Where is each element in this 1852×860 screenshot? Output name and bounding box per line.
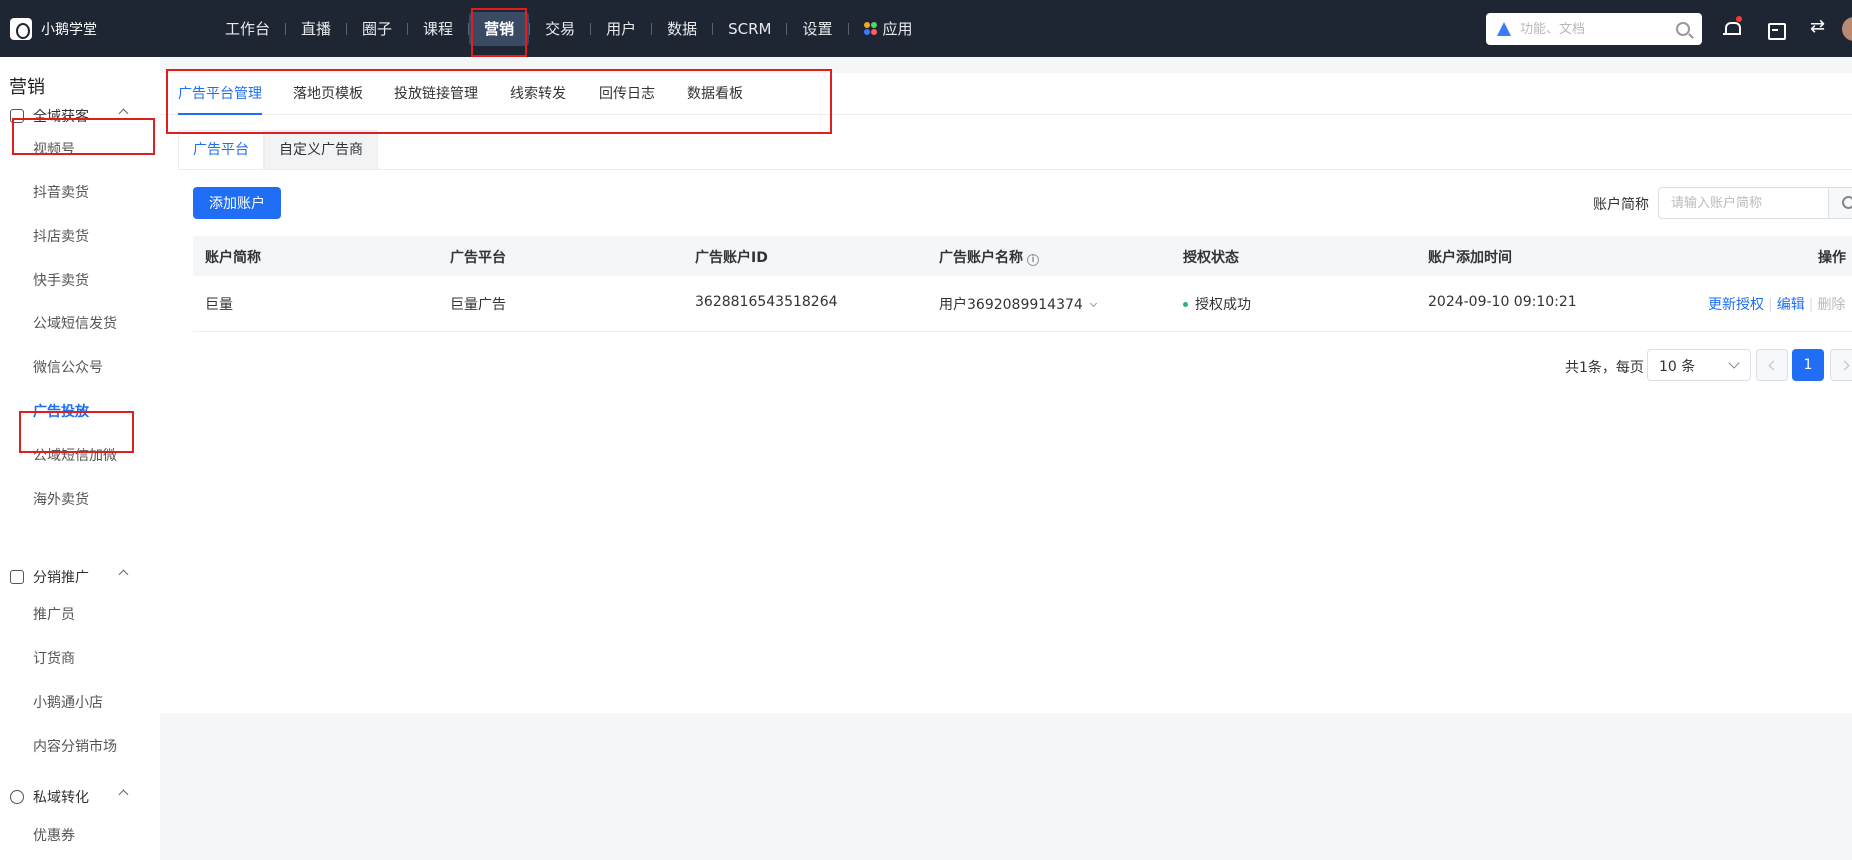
table-row: 巨量 巨量广告 3628816543518264 用户3692089914374… <box>193 276 1852 332</box>
main-nav: 工作台 直播 圈子 课程 营销 交易 用户 数据 SCRM 设置 应用 <box>210 0 928 57</box>
sidebar-item-douyin[interactable]: 抖音卖货 <box>33 182 89 202</box>
goose-logo-icon <box>10 17 32 40</box>
nav-user[interactable]: 用户 <box>591 12 651 46</box>
sidebar-item-kuaishou[interactable]: 快手卖货 <box>33 270 89 290</box>
sidebar-item-sms-delivery[interactable]: 公域短信发货 <box>33 313 117 333</box>
sidebar-item-dealer[interactable]: 订货商 <box>33 648 75 668</box>
edit-link[interactable]: 编辑 <box>1777 297 1805 313</box>
filter-search-button[interactable] <box>1828 187 1852 219</box>
cell-account-id: 3628816543518264 <box>695 294 838 310</box>
prev-page-button[interactable] <box>1756 349 1788 381</box>
chevron-right-icon <box>1839 360 1850 371</box>
nav-workbench[interactable]: 工作台 <box>210 12 285 46</box>
search-icon <box>1842 196 1852 209</box>
column-header-label: 广告账户名称 <box>939 250 1023 266</box>
cell-account-name[interactable]: 用户3692089914374 <box>939 294 1097 314</box>
subtab-bar: 广告平台 自定义广告商 <box>178 130 378 170</box>
chevron-up-icon <box>118 108 129 119</box>
cell-status: 授权成功 <box>1183 294 1251 314</box>
nav-trade[interactable]: 交易 <box>530 12 590 46</box>
switch-icon[interactable]: ⇄ <box>1810 18 1828 36</box>
main-content: 广告平台管理 落地页模板 投放链接管理 线索转发 回传日志 数据看板 广告平台 … <box>160 73 1852 713</box>
column-header: 账户简称 <box>205 250 261 266</box>
nav-apps[interactable]: 应用 <box>849 12 928 46</box>
global-search-input[interactable] <box>1520 21 1670 37</box>
notification-dot <box>1736 16 1742 22</box>
megaphone-icon <box>10 570 24 584</box>
page-size-select[interactable]: 10 条 <box>1647 349 1751 381</box>
sidebar-item-douyin-store[interactable]: 抖店卖货 <box>33 226 89 246</box>
chevron-down-icon <box>1728 357 1740 369</box>
add-account-button[interactable]: 添加账户 <box>193 187 281 219</box>
nav-data[interactable]: 数据 <box>652 12 712 46</box>
column-header: 账户添加时间 <box>1428 250 1512 266</box>
nav-apps-label: 应用 <box>882 19 913 38</box>
annotation-box-tabs <box>166 69 832 134</box>
global-search[interactable] <box>1486 13 1702 45</box>
filter-label: 账户简称 <box>1593 197 1649 213</box>
nav-live[interactable]: 直播 <box>286 12 346 46</box>
update-auth-link[interactable]: 更新授权 <box>1708 297 1764 313</box>
sidebar-title: 营销 <box>9 77 45 98</box>
page-size-value: 10 条 <box>1659 359 1696 375</box>
accounts-table: 账户简称 广告平台 广告账户ID 广告账户名称 i 授权状态 账户添加时间 操作 … <box>193 236 1852 332</box>
annotation-box-group <box>12 118 155 155</box>
top-navigation-bar: 小鹅学堂 工作台 直播 圈子 课程 营销 交易 用户 数据 SCRM 设置 应用 <box>0 0 1852 57</box>
action-divider: | <box>1768 297 1773 313</box>
cell-added-time: 2024-09-10 09:10:21 <box>1428 294 1577 310</box>
cell-actions: 更新授权 | 编辑 | 删除 <box>1708 294 1845 314</box>
subtab-custom-advertiser[interactable]: 自定义广告商 <box>264 130 378 170</box>
nav-settings[interactable]: 设置 <box>787 12 847 46</box>
pagination-total: 共1条，每页 <box>1565 360 1644 376</box>
nav-scrm[interactable]: SCRM <box>713 12 786 46</box>
chevron-left-icon <box>1768 360 1779 371</box>
subtab-ad-platform[interactable]: 广告平台 <box>178 130 264 170</box>
chevron-up-icon <box>118 569 129 580</box>
column-header: 广告账户名称 i <box>939 247 1039 267</box>
next-page-button[interactable] <box>1830 349 1852 381</box>
status-badge: 授权成功 <box>1195 297 1251 313</box>
sidebar-item-mini-shop[interactable]: 小鹅通小店 <box>33 692 103 712</box>
column-header: 授权状态 <box>1183 250 1239 266</box>
nav-course[interactable]: 课程 <box>408 12 468 46</box>
info-icon[interactable]: i <box>1027 254 1039 266</box>
app-logo[interactable]: 小鹅学堂 <box>10 17 200 40</box>
table-header: 账户简称 广告平台 广告账户ID 广告账户名称 i 授权状态 账户添加时间 操作 <box>193 236 1852 276</box>
page-number-current[interactable]: 1 <box>1792 349 1824 381</box>
annotation-box-ads <box>19 411 134 453</box>
sidebar-item-promoter[interactable]: 推广员 <box>33 604 75 624</box>
column-header: 广告平台 <box>450 250 506 266</box>
sidebar-item-coupon[interactable]: 优惠券 <box>33 825 75 845</box>
divider <box>178 169 1852 170</box>
delete-link[interactable]: 删除 <box>1817 297 1845 313</box>
sidebar-group-label: 分销推广 <box>33 570 89 586</box>
annotation-box-marketing <box>471 8 527 57</box>
sidebar-group-label: 私域转化 <box>33 790 89 806</box>
chevron-up-icon <box>118 789 129 800</box>
ai-search-icon <box>1496 21 1512 37</box>
sidebar-item-overseas[interactable]: 海外卖货 <box>33 489 89 509</box>
account-name-text: 用户3692089914374 <box>939 297 1083 313</box>
nav-circle[interactable]: 圈子 <box>347 12 407 46</box>
app-name: 小鹅学堂 <box>41 21 97 38</box>
cell-platform: 巨量广告 <box>450 297 506 313</box>
column-header: 操作 <box>1818 250 1846 266</box>
account-name-filter-input[interactable] <box>1658 187 1828 219</box>
sidebar-item-content-market[interactable]: 内容分销市场 <box>33 736 117 756</box>
search-icon[interactable] <box>1676 22 1690 36</box>
cell-short-name: 巨量 <box>205 297 233 313</box>
column-header: 广告账户ID <box>695 250 768 266</box>
store-icon[interactable] <box>1766 20 1786 40</box>
sidebar-group-distribution[interactable]: 分销推广 <box>10 567 150 587</box>
chevron-down-icon <box>1089 299 1097 308</box>
bell-icon[interactable] <box>1722 20 1741 38</box>
cycle-icon <box>10 790 24 804</box>
sidebar-item-wechat-oa[interactable]: 微信公众号 <box>33 357 103 377</box>
avatar[interactable] <box>1842 17 1852 41</box>
action-divider: | <box>1808 297 1814 313</box>
status-dot <box>1183 302 1188 307</box>
sidebar-group-private[interactable]: 私域转化 <box>10 787 150 807</box>
sidebar: 营销 全域获客 视频号 抖音卖货 抖店卖货 快手卖货 公域短信发货 微信公众号 … <box>0 57 160 860</box>
apps-icon <box>863 21 877 35</box>
